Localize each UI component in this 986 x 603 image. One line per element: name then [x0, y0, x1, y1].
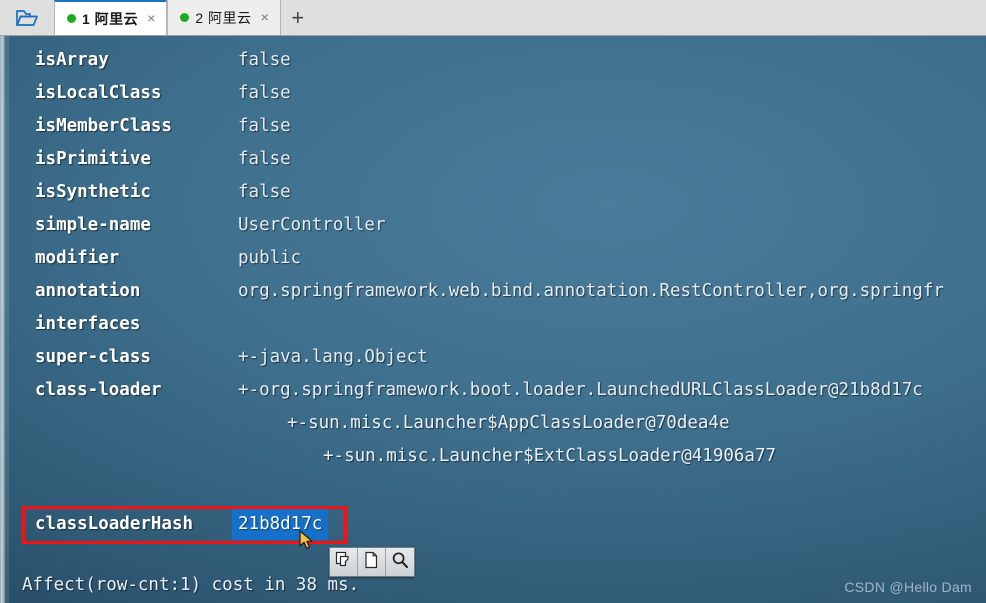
- row-key: super-class: [35, 347, 151, 367]
- row-key: isSynthetic: [35, 182, 151, 202]
- tab-label: 2 阿里云: [195, 9, 252, 26]
- tab-status-dot-icon: [67, 14, 76, 23]
- row-value: false: [238, 116, 291, 136]
- row-value: public: [238, 248, 302, 268]
- row-key: annotation: [35, 281, 141, 301]
- close-icon[interactable]: ×: [144, 11, 158, 27]
- search-button[interactable]: [386, 548, 414, 576]
- terminal-scrollbar[interactable]: [5, 36, 9, 603]
- row-key: isMemberClass: [35, 116, 172, 136]
- tab-bar-filler: [314, 0, 986, 35]
- row-key: class-loader: [35, 380, 162, 400]
- open-folder-button[interactable]: [0, 0, 54, 35]
- row-value: false: [238, 50, 291, 70]
- row-value: false: [238, 182, 291, 202]
- row-value: UserController: [238, 215, 386, 235]
- new-tab-button[interactable]: +: [280, 0, 315, 35]
- row-key: isLocalClass: [35, 83, 162, 103]
- copy-icon: [335, 551, 353, 573]
- continuation-text: +-sun.misc.Launcher$ExtClassLoader@41906…: [323, 446, 777, 466]
- paste-icon: [363, 551, 381, 573]
- close-icon[interactable]: ×: [258, 10, 272, 26]
- row-value: org.springframework.web.bind.annotation.…: [238, 281, 944, 301]
- row-key: simple-name: [35, 215, 151, 235]
- watermark: CSDN @Hello Dam: [844, 579, 972, 595]
- tab-1[interactable]: 1 阿里云 ×: [54, 0, 168, 35]
- row-key: isArray: [35, 50, 109, 70]
- continuation-text: +-sun.misc.Launcher$AppClassLoader@70dea…: [287, 413, 730, 433]
- row-value: false: [238, 83, 291, 103]
- row-value: +-org.springframework.boot.loader.Launch…: [238, 380, 923, 400]
- terminal-output[interactable]: isArray false isLocalClass false isMemberCla…: [0, 36, 986, 603]
- copy-button[interactable]: [330, 548, 358, 576]
- tab-bar: 1 阿里云 × 2 阿里云 × +: [0, 0, 986, 36]
- row-value: false: [238, 149, 291, 169]
- row-key: modifier: [35, 248, 120, 268]
- paste-button[interactable]: [358, 548, 386, 576]
- context-toolbar[interactable]: [329, 547, 415, 577]
- open-folder-icon: [15, 8, 39, 28]
- footer-text: Affect(row-cnt:1) cost in 38 ms.: [22, 575, 360, 595]
- tab-label: 1 阿里云: [82, 10, 139, 27]
- row-key: interfaces: [35, 314, 141, 334]
- row-key: isPrimitive: [35, 149, 151, 169]
- tab-2[interactable]: 2 阿里云 ×: [167, 0, 281, 35]
- row-value: +-java.lang.Object: [238, 347, 428, 367]
- search-icon: [391, 551, 409, 573]
- mouse-cursor-icon: [299, 530, 315, 556]
- tab-status-dot-icon: [180, 13, 190, 22]
